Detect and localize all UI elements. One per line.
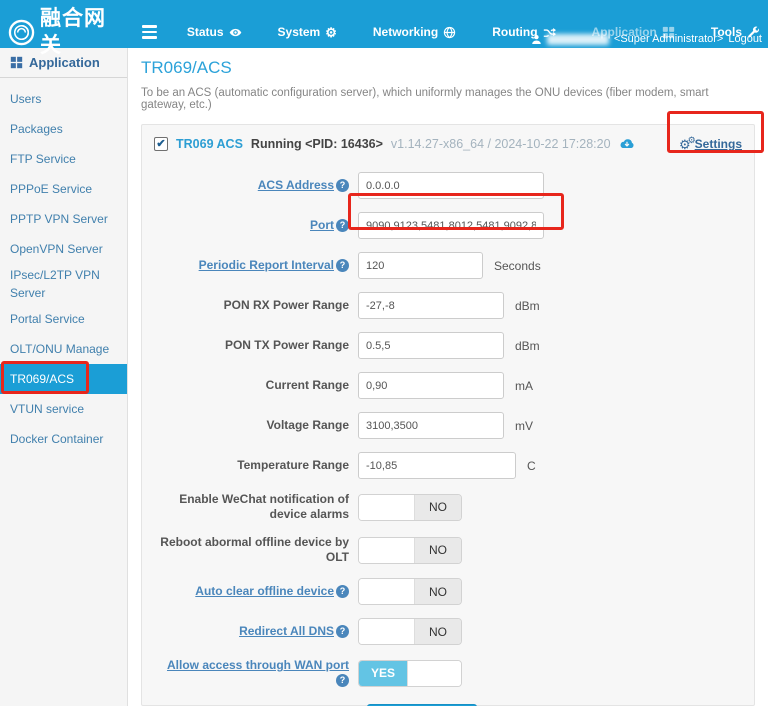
unit-c: C	[527, 458, 536, 473]
wechat-notification-toggle[interactable]: NO	[358, 493, 462, 521]
nav-item-networking[interactable]: Networking	[373, 25, 456, 39]
nav-item-status[interactable]: Status	[187, 25, 242, 39]
sidebar-item-openvpn-server[interactable]: OpenVPN Server	[0, 234, 127, 264]
logout-link[interactable]: Logout	[728, 33, 762, 45]
pon-rx-power-range-input[interactable]	[358, 292, 504, 319]
main-content: TR069/ACS To be an ACS (automatic config…	[128, 48, 768, 706]
tr069-panel: ✔ TR069 ACS Running <PID: 16436> v1.14.2…	[141, 124, 755, 706]
top-navbar: 融合网关 Status System ⚙ Networking Routing …	[0, 0, 768, 57]
unit-dbm: dBm	[515, 338, 540, 353]
user-icon	[531, 34, 542, 45]
voltage-range-label: Voltage Range	[266, 418, 349, 432]
unit-mv: mV	[515, 418, 533, 433]
cloud-download-icon[interactable]	[619, 137, 635, 151]
username-redacted	[546, 33, 609, 45]
acs-address-input[interactable]	[358, 172, 544, 199]
port-input[interactable]	[358, 212, 544, 239]
allow-wan-access-label: Allow access through WAN port	[166, 658, 349, 672]
sidebar-item-portal-service[interactable]: Portal Service	[0, 304, 127, 334]
brand-logo-icon	[8, 19, 35, 46]
user-info-bar: <Super Administrator> Logout	[531, 33, 762, 45]
nav-item-system[interactable]: System ⚙	[278, 25, 337, 39]
unit-ma: mA	[515, 378, 533, 393]
settings-form: ACS Address? Port? Periodic Report Inter…	[154, 172, 742, 706]
sidebar-item-docker-container[interactable]: Docker Container	[0, 424, 127, 454]
sidebar-item-tr069-acs[interactable]: TR069/ACS	[0, 364, 127, 394]
redirect-all-dns-toggle[interactable]: NO	[358, 618, 462, 645]
form-row-pon-tx-power-range: PON TX Power Range dBm	[154, 332, 742, 359]
help-icon[interactable]: ?	[336, 625, 349, 638]
brand-title: 融合网关	[40, 7, 106, 57]
form-row-allow-wan-access: Allow access through WAN port? YES	[154, 658, 742, 688]
page-title: TR069/ACS	[141, 58, 232, 77]
auto-clear-offline-device-label: Auto clear offline device	[195, 584, 334, 598]
screen: 融合网关 Status System ⚙ Networking Routing …	[0, 0, 768, 706]
redirect-all-dns-label: Redirect All DNS	[239, 624, 334, 638]
sidebar-item-packages[interactable]: Packages	[0, 114, 127, 144]
form-row-wechat-notification: Enable WeChat notification of device ala…	[154, 492, 742, 522]
pon-tx-power-range-label: PON TX Power Range	[224, 338, 349, 352]
pon-tx-power-range-input[interactable]	[358, 332, 504, 359]
form-row-auto-clear-offline-device: Auto clear offline device? NO	[154, 578, 742, 605]
reboot-abnormal-device-label: Reboot abormal offline device by OLT	[160, 535, 349, 564]
current-range-label: Current Range	[265, 378, 349, 392]
panel-header: ✔ TR069 ACS Running <PID: 16436> v1.14.2…	[154, 134, 742, 152]
form-row-periodic-report-interval: Periodic Report Interval? Seconds	[154, 252, 742, 279]
form-row-redirect-all-dns: Redirect All DNS? NO	[154, 618, 742, 645]
page-description: To be an ACS (automatic configuration se…	[141, 87, 709, 111]
periodic-report-interval-input[interactable]	[358, 252, 483, 279]
service-enable-checkbox[interactable]: ✔	[154, 137, 168, 151]
service-status: Running <PID: 16436>	[250, 137, 383, 151]
unit-seconds: Seconds	[494, 258, 541, 273]
sidebar-item-vtun-service[interactable]: VTUN service	[0, 394, 127, 424]
eye-icon	[229, 26, 242, 39]
user-role: <Super Administrator>	[613, 33, 724, 45]
sidebar-item-users[interactable]: Users	[0, 84, 127, 114]
help-icon[interactable]: ?	[336, 585, 349, 598]
help-icon[interactable]: ?	[336, 179, 349, 192]
unit-dbm: dBm	[515, 298, 540, 313]
pon-rx-power-range-label: PON RX Power Range	[223, 298, 349, 312]
gear-icon: ⚙	[325, 24, 337, 40]
allow-wan-access-toggle[interactable]: YES	[358, 659, 462, 687]
wechat-notification-label: Enable WeChat notification of device ala…	[179, 492, 349, 521]
form-row-reboot-abnormal-device: Reboot abormal offline device by OLT NO	[154, 535, 742, 565]
service-version: v1.14.27-x86_64 / 2024-10-22 17:28:20	[390, 137, 611, 151]
globe-icon	[443, 26, 456, 39]
form-row-port: Port?	[154, 212, 742, 239]
sidebar-item-pptp-vpn-server[interactable]: PPTP VPN Server	[0, 204, 127, 234]
sidebar-list: Users Packages FTP Service PPPoE Service…	[0, 78, 127, 454]
auto-clear-offline-device-toggle[interactable]: NO	[358, 578, 462, 605]
form-row-current-range: Current Range mA	[154, 372, 742, 399]
voltage-range-input[interactable]	[358, 412, 504, 439]
acs-address-label: ACS Address	[257, 178, 334, 192]
help-icon[interactable]: ?	[336, 674, 349, 687]
periodic-report-interval-label: Periodic Report Interval	[198, 258, 334, 272]
form-row-acs-address: ACS Address?	[154, 172, 742, 199]
service-name: TR069 ACS	[176, 137, 243, 151]
sidebar-item-ftp-service[interactable]: FTP Service	[0, 144, 127, 174]
temperature-range-label: Temperature Range	[237, 458, 349, 472]
reboot-abnormal-device-toggle[interactable]: NO	[358, 536, 462, 564]
form-row-pon-rx-power-range: PON RX Power Range dBm	[154, 292, 742, 319]
port-label: Port	[310, 218, 334, 232]
gears-icon: ⚙ ⚙	[679, 134, 696, 152]
settings-link[interactable]: ⚙ ⚙ Settings	[679, 134, 742, 152]
form-row-voltage-range: Voltage Range mV	[154, 412, 742, 439]
help-icon[interactable]: ?	[336, 259, 349, 272]
sidebar-item-pppoe-service[interactable]: PPPoE Service	[0, 174, 127, 204]
sidebar-item-ipsec-l2tp-vpn-server[interactable]: IPsec/L2TP VPN Server	[0, 264, 127, 304]
temperature-range-input[interactable]	[358, 452, 516, 479]
current-range-input[interactable]	[358, 372, 504, 399]
sidebar-item-olt-onu-manage[interactable]: OLT/ONU Manage	[0, 334, 127, 364]
form-row-temperature-range: Temperature Range C	[154, 452, 742, 479]
sidebar: Application Users Packages FTP Service P…	[0, 48, 128, 706]
brand-row: 融合网关 Status System ⚙ Networking Routing …	[0, 0, 768, 59]
hamburger-menu-icon[interactable]	[138, 21, 161, 43]
help-icon[interactable]: ?	[336, 219, 349, 232]
